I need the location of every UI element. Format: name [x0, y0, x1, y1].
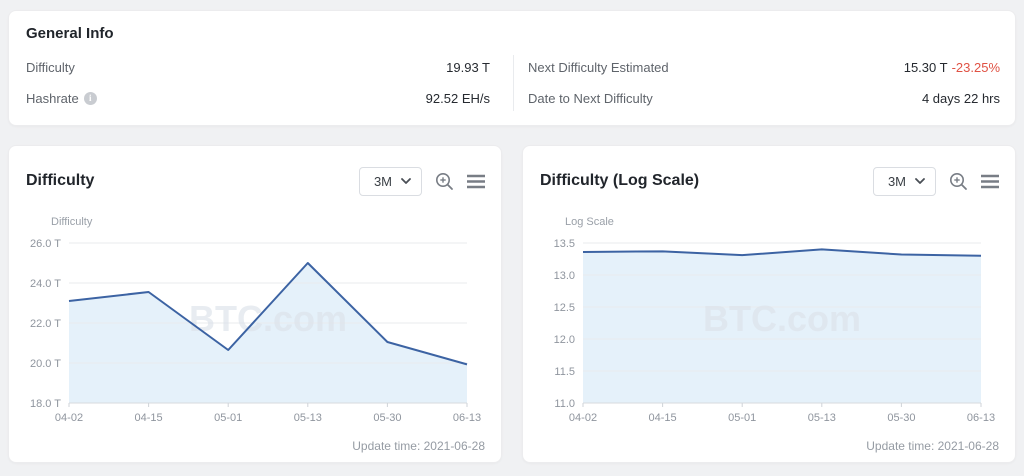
- date-next-difficulty-label: Date to Next Difficulty: [528, 91, 653, 106]
- difficulty-log-chart-header: Difficulty (Log Scale) 3M: [523, 146, 1015, 196]
- range-select-value: 3M: [888, 174, 906, 189]
- x-tick-label: 05-01: [728, 412, 756, 424]
- y-tick-label: 24.0 T: [30, 278, 61, 290]
- next-difficulty-label: Next Difficulty Estimated: [528, 60, 669, 75]
- charts-row: Difficulty 3M: [8, 145, 1016, 463]
- x-tick-label: 05-30: [373, 412, 401, 424]
- y-tick-label: 20.0 T: [30, 358, 61, 370]
- range-select[interactable]: 3M: [359, 167, 422, 196]
- y-tick-label: 13.5: [554, 238, 575, 250]
- x-tick-label: 04-02: [569, 412, 597, 424]
- menu-icon[interactable]: [981, 174, 999, 189]
- chart-svg: BTC.com 18.0 T 20.0 T 22.0 T 24.0 T 26.0 T 04-…: [9, 211, 501, 426]
- range-select[interactable]: 3M: [873, 167, 936, 196]
- hashrate-value: 92.52 EH/s: [426, 91, 490, 106]
- x-tick-label: 04-15: [649, 412, 677, 424]
- update-time: Update time: 2021-06-28: [866, 439, 999, 453]
- difficulty-chart-title: Difficulty: [26, 172, 94, 190]
- difficulty-label: Difficulty: [26, 60, 75, 75]
- axis-title: Log Scale: [565, 216, 614, 228]
- x-tick-label: 05-01: [214, 412, 242, 424]
- next-difficulty-amount: 15.30 T: [904, 60, 948, 75]
- next-difficulty-row: Next Difficulty Estimated 15.30 T -23.25%: [528, 55, 1000, 80]
- next-difficulty-change: -23.25%: [952, 60, 1000, 75]
- difficulty-log-chart-title: Difficulty (Log Scale): [540, 172, 699, 190]
- general-info-title: General Info: [26, 25, 1000, 42]
- difficulty-chart: BTC.com 18.0 T 20.0 T 22.0 T 24.0 T 26.0 T 04-…: [9, 211, 501, 431]
- chart-svg: BTC.com 11.0 11.5 12.0 12.5 13.0 13.5 04-02 04-1…: [523, 211, 1015, 426]
- x-tick-label: 06-13: [967, 412, 995, 424]
- general-info-grid: Difficulty 19.93 T Hashrate i 92.52 EH/s…: [26, 55, 1000, 111]
- hashrate-row: Hashrate i 92.52 EH/s: [26, 86, 490, 111]
- watermark: BTC.com: [703, 298, 861, 339]
- axis-title: Difficulty: [51, 216, 93, 228]
- date-next-difficulty-row: Date to Next Difficulty 4 days 22 hrs: [528, 86, 1000, 111]
- general-info-left-column: Difficulty 19.93 T Hashrate i 92.52 EH/s: [26, 55, 513, 111]
- x-tick-label: 06-13: [453, 412, 481, 424]
- zoom-in-icon[interactable]: [435, 172, 454, 191]
- y-tick-label: 12.5: [554, 302, 575, 314]
- x-tick-label: 04-15: [135, 412, 163, 424]
- menu-icon[interactable]: [467, 174, 485, 189]
- difficulty-log-chart-card: Difficulty (Log Scale) 3M: [522, 145, 1016, 463]
- difficulty-chart-controls: 3M: [359, 167, 485, 196]
- general-info-card: General Info Difficulty 19.93 T Hashrate…: [8, 10, 1016, 126]
- y-tick-label: 26.0 T: [30, 238, 61, 250]
- x-tick-label: 05-13: [808, 412, 836, 424]
- btc-stats-page: General Info Difficulty 19.93 T Hashrate…: [0, 0, 1024, 463]
- update-time: Update time: 2021-06-28: [352, 439, 485, 453]
- general-info-right-column: Next Difficulty Estimated 15.30 T -23.25%…: [513, 55, 1000, 111]
- difficulty-row: Difficulty 19.93 T: [26, 55, 490, 80]
- next-difficulty-value: 15.30 T -23.25%: [904, 60, 1000, 75]
- zoom-in-icon[interactable]: [949, 172, 968, 191]
- difficulty-value: 19.93 T: [446, 60, 490, 75]
- y-tick-label: 11.5: [554, 366, 575, 378]
- y-tick-label: 18.0 T: [30, 398, 61, 410]
- y-tick-label: 13.0: [554, 270, 575, 282]
- difficulty-chart-card: Difficulty 3M: [8, 145, 502, 463]
- info-icon[interactable]: i: [84, 92, 97, 105]
- x-tick-label: 05-30: [887, 412, 915, 424]
- chevron-down-icon: [401, 178, 411, 184]
- watermark: BTC.com: [189, 298, 347, 339]
- hashrate-label: Hashrate i: [26, 91, 97, 106]
- x-tick-label: 05-13: [294, 412, 322, 424]
- hashrate-label-text: Hashrate: [26, 91, 79, 106]
- range-select-value: 3M: [374, 174, 392, 189]
- y-tick-label: 12.0: [554, 334, 575, 346]
- chevron-down-icon: [915, 178, 925, 184]
- difficulty-chart-header: Difficulty 3M: [9, 146, 501, 196]
- difficulty-log-chart: BTC.com 11.0 11.5 12.0 12.5 13.0 13.5 04-02 04-1…: [523, 211, 1015, 431]
- x-tick-label: 04-02: [55, 412, 83, 424]
- date-next-difficulty-value: 4 days 22 hrs: [922, 91, 1000, 106]
- y-tick-label: 11.0: [554, 398, 575, 410]
- y-tick-label: 22.0 T: [30, 318, 61, 330]
- difficulty-log-chart-controls: 3M: [873, 167, 999, 196]
